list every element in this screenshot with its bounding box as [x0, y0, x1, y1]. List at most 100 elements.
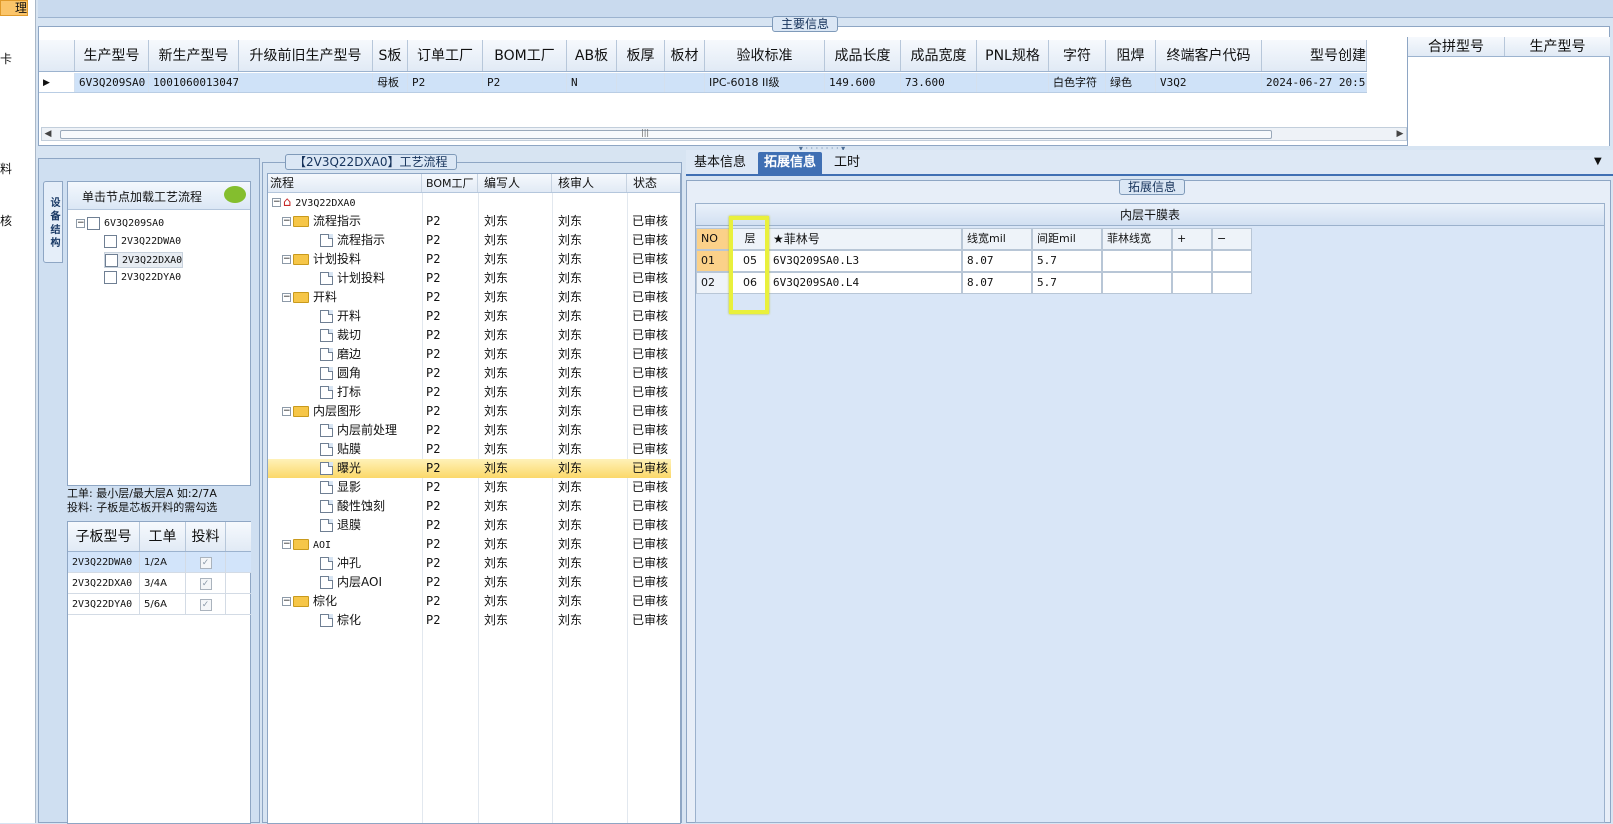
checkbox-icon[interactable]: ✓ [199, 557, 212, 569]
tree-node-child[interactable]: 2V3Q22DYA0 [104, 270, 181, 284]
main-info-scrollbar[interactable]: ◀ ||| ▶ [41, 127, 1407, 141]
cell[interactable] [239, 73, 373, 92]
cell[interactable]: IPC-6018 II级 [705, 73, 825, 92]
add-column-button[interactable]: + [1172, 228, 1212, 250]
flow-row[interactable]: − 计划投料 P2 刘东 刘东 已审核 [268, 250, 671, 269]
row-number[interactable]: 01 [696, 250, 732, 272]
tree-node-child[interactable]: 2V3Q22DWA0 [104, 234, 181, 248]
cell[interactable]: ✓ [186, 573, 226, 593]
sub-col-header[interactable]: 工单 [140, 522, 186, 551]
col-header[interactable]: 新生产型号 [149, 40, 239, 71]
cell[interactable]: ✓ [186, 594, 226, 614]
nav-item-selected[interactable]: 理 [0, 0, 28, 16]
cell[interactable] [665, 73, 705, 92]
tab-dropdown-icon[interactable]: ▼ [1594, 156, 1602, 167]
flow-row[interactable]: − 开料 P2 刘东 刘东 已审核 [268, 288, 671, 307]
flow-col-header[interactable]: 编写人 [478, 174, 552, 192]
sub-board-row[interactable]: 2V3Q22DYA0 5/6A ✓ [68, 594, 251, 615]
cell[interactable]: V3Q2 [1156, 73, 1262, 92]
merge-col-header[interactable]: 生产型号 [1505, 37, 1610, 56]
tree-node-root[interactable]: − 6V3Q209SA0 [76, 216, 164, 230]
checkbox-icon[interactable]: ✓ [199, 578, 212, 590]
cell[interactable]: 5/6A [140, 594, 186, 614]
flow-row[interactable]: 裁切 P2 刘东 刘东 已审核 [268, 326, 671, 345]
width-cell[interactable]: 8.07 [962, 272, 1032, 294]
tab-work-hours[interactable]: 工时 [828, 152, 866, 174]
flow-row[interactable]: 磨边 P2 刘东 刘东 已审核 [268, 345, 671, 364]
col-header[interactable]: 升级前旧生产型号 [239, 40, 373, 71]
col-header[interactable]: 成品宽度 [901, 40, 977, 71]
scroll-thumb[interactable]: ||| [60, 128, 1272, 139]
cell[interactable]: 母板 [373, 73, 408, 92]
cell[interactable] [617, 73, 665, 92]
tab-basic-info[interactable]: 基本信息 [688, 152, 752, 174]
flow-col-header[interactable]: BOM工厂 [422, 174, 478, 192]
col-header[interactable]: 成品长度 [825, 40, 901, 71]
cell[interactable]: 3/4A [140, 573, 186, 593]
flow-root-row[interactable]: − ⌂ 2V3Q22DXA0 [268, 193, 671, 212]
side-tab-structure[interactable]: 设 备 结 构 [43, 181, 63, 263]
flow-row[interactable]: 棕化 P2 刘东 刘东 已审核 [268, 611, 671, 630]
cell[interactable]: 2V3Q22DWA0 [68, 552, 140, 572]
cell[interactable]: 白色字符 [1049, 73, 1106, 92]
width-cell[interactable]: 8.07 [962, 250, 1032, 272]
sub-col-header[interactable]: 子板型号 [68, 522, 140, 551]
flow-row[interactable]: 冲孔 P2 刘东 刘东 已审核 [268, 554, 671, 573]
film-width-cell[interactable] [1102, 250, 1172, 272]
flow-row-selected[interactable]: 曝光 P2 刘东 刘东 已审核 [268, 459, 671, 478]
flow-row[interactable]: − AOI P2 刘东 刘东 已审核 [268, 535, 671, 554]
col-header[interactable]: BOM工厂 [483, 40, 567, 71]
cell[interactable]: 2V3Q22DXA0 [68, 573, 140, 593]
main-info-row[interactable]: ▶ 6V3Q209SA0 10010600130475 母板 P2 P2 N I… [39, 73, 1367, 93]
col-header[interactable]: 阻焊 [1106, 40, 1156, 71]
nav-item-1[interactable]: 卡 [0, 50, 12, 67]
col-header[interactable]: S板 [373, 40, 408, 71]
film-cell[interactable]: 6V3Q209SA0.L4 [768, 272, 962, 294]
col-header[interactable]: 生产型号 [75, 40, 149, 71]
flow-row[interactable]: 贴膜 P2 刘东 刘东 已审核 [268, 440, 671, 459]
col-header[interactable]: PNL规格 [977, 40, 1049, 71]
cell[interactable]: 2024-06-27 20:56:34 [1262, 73, 1367, 92]
scroll-right-icon[interactable]: ▶ [1394, 128, 1406, 140]
sub-col-header[interactable]: 投料 [186, 522, 226, 551]
gap-cell[interactable]: 5.7 [1032, 272, 1102, 294]
chat-bubble-icon[interactable] [224, 186, 246, 203]
collapse-icon[interactable]: − [282, 407, 291, 416]
col-header[interactable]: 终端客户代码 [1156, 40, 1262, 71]
cell[interactable] [1212, 272, 1252, 294]
merge-col-header[interactable]: 合拼型号 [1408, 37, 1505, 56]
film-col-header[interactable]: 间距mil [1032, 228, 1102, 250]
flow-row[interactable]: 开料 P2 刘东 刘东 已审核 [268, 307, 671, 326]
col-header[interactable]: 型号创建 [1262, 40, 1367, 71]
col-header[interactable]: 字符 [1049, 40, 1106, 71]
cell[interactable]: N [567, 73, 617, 92]
flow-row[interactable]: 内层前处理 P2 刘东 刘东 已审核 [268, 421, 671, 440]
remove-column-button[interactable]: − [1212, 228, 1252, 250]
checkbox-icon[interactable]: ✓ [199, 599, 212, 611]
gap-cell[interactable]: 5.7 [1032, 250, 1102, 272]
flow-col-header[interactable]: 核审人 [552, 174, 627, 192]
flow-row[interactable]: − 流程指示 P2 刘东 刘东 已审核 [268, 212, 671, 231]
film-width-cell[interactable] [1102, 272, 1172, 294]
cell[interactable]: 73.600 [901, 73, 977, 92]
nav-item-3[interactable]: 核 [0, 212, 12, 229]
cell[interactable] [977, 73, 1049, 92]
cell[interactable]: ✓ [186, 552, 226, 572]
flow-row[interactable]: 打标 P2 刘东 刘东 已审核 [268, 383, 671, 402]
tree-node-child-selected[interactable]: 2V3Q22DXA0 [104, 252, 184, 268]
film-col-header[interactable]: NO [696, 228, 732, 250]
col-header[interactable]: 验收标准 [705, 40, 825, 71]
flow-row[interactable]: 显影 P2 刘东 刘东 已审核 [268, 478, 671, 497]
flow-row[interactable]: 内层AOI P2 刘东 刘东 已审核 [268, 573, 671, 592]
flow-row[interactable]: 流程指示 P2 刘东 刘东 已审核 [268, 231, 671, 250]
cell[interactable]: 149.600 [825, 73, 901, 92]
collapse-icon[interactable]: − [282, 255, 291, 264]
sub-board-row[interactable]: 2V3Q22DXA0 3/4A ✓ [68, 573, 251, 594]
collapse-icon[interactable]: − [282, 540, 291, 549]
cell[interactable] [1172, 272, 1212, 294]
flow-col-header[interactable]: 流程 [268, 174, 422, 192]
cell[interactable] [1172, 250, 1212, 272]
flow-row[interactable]: − 棕化 P2 刘东 刘东 已审核 [268, 592, 671, 611]
cell[interactable] [1212, 250, 1252, 272]
collapse-icon[interactable]: − [282, 597, 291, 606]
